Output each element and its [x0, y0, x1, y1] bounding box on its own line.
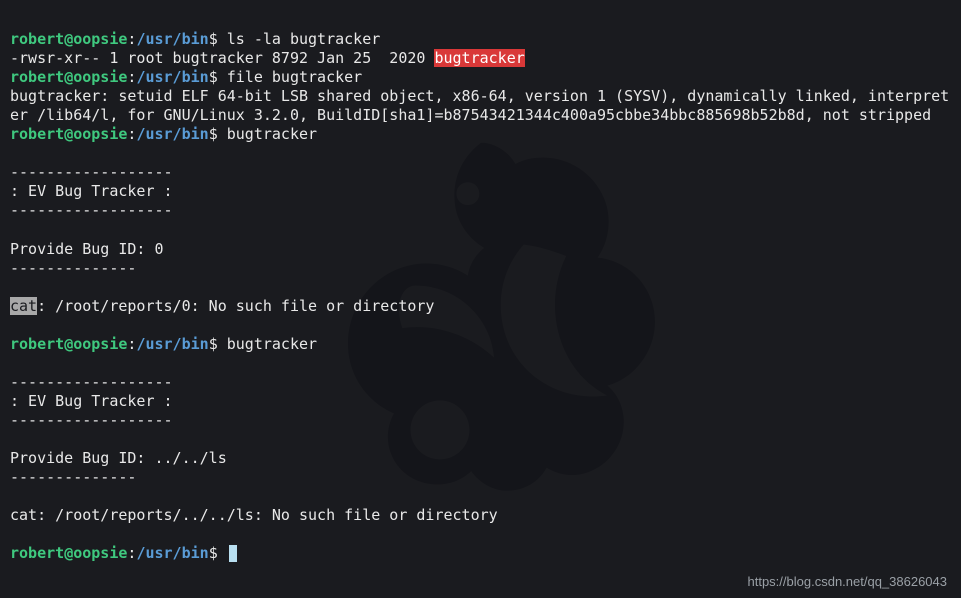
prompt-host: oopsie [73, 125, 127, 143]
output-text: ------------------ [10, 373, 173, 391]
output-text: Provide Bug ID: 0 [10, 240, 164, 258]
prompt-user: robert [10, 125, 64, 143]
prompt-dollar: $ [209, 125, 218, 143]
command-text: ls -la bugtracker [218, 30, 381, 48]
output-text: : /root/reports/0: No such file or direc… [37, 297, 434, 315]
prompt-path: /usr/bin [136, 30, 208, 48]
prompt-at: @ [64, 335, 73, 353]
command-text [218, 544, 227, 562]
prompt-host: oopsie [73, 335, 127, 353]
prompt-dollar: $ [209, 68, 218, 86]
terminal-cursor[interactable] [229, 545, 237, 562]
prompt-dollar: $ [209, 544, 218, 562]
prompt-host: oopsie [73, 544, 127, 562]
prompt-dollar: $ [209, 30, 218, 48]
terminal-output: robert@oopsie:/usr/bin$ ls -la bugtracke… [10, 11, 951, 563]
prompt-at: @ [64, 30, 73, 48]
prompt-user: robert [10, 30, 64, 48]
prompt-host: oopsie [73, 68, 127, 86]
output-text: Provide Bug ID: ../../ls [10, 449, 227, 467]
prompt-path: /usr/bin [136, 544, 208, 562]
prompt-user: robert [10, 335, 64, 353]
prompt-path: /usr/bin [136, 68, 208, 86]
prompt-dollar: $ [209, 335, 218, 353]
output-text: cat: /root/reports/../../ls: No such fil… [10, 506, 498, 524]
output-text: -rwsr-xr-- 1 root bugtracker 8792 Jan 25… [10, 49, 434, 67]
output-text: ------------------ [10, 411, 173, 429]
prompt-user: robert [10, 68, 64, 86]
output-text: -------------- [10, 259, 136, 277]
command-text: bugtracker [218, 335, 317, 353]
prompt-at: @ [64, 544, 73, 562]
output-text: : EV Bug Tracker : [10, 392, 173, 410]
command-text: bugtracker [218, 125, 317, 143]
prompt-user: robert [10, 544, 64, 562]
output-text: bugtracker: setuid ELF 64-bit LSB shared… [10, 87, 949, 124]
prompt-at: @ [64, 125, 73, 143]
prompt-host: oopsie [73, 30, 127, 48]
output-text: ------------------ [10, 163, 173, 181]
output-text: -------------- [10, 468, 136, 486]
csdn-watermark: https://blog.csdn.net/qq_38626043 [748, 574, 948, 591]
output-text: : EV Bug Tracker : [10, 182, 173, 200]
prompt-at: @ [64, 68, 73, 86]
output-text: ------------------ [10, 201, 173, 219]
prompt-path: /usr/bin [136, 335, 208, 353]
command-text: file bugtracker [218, 68, 363, 86]
prompt-path: /usr/bin [136, 125, 208, 143]
highlighted-filename: bugtracker [434, 49, 524, 67]
highlighted-cat: cat [10, 297, 37, 315]
